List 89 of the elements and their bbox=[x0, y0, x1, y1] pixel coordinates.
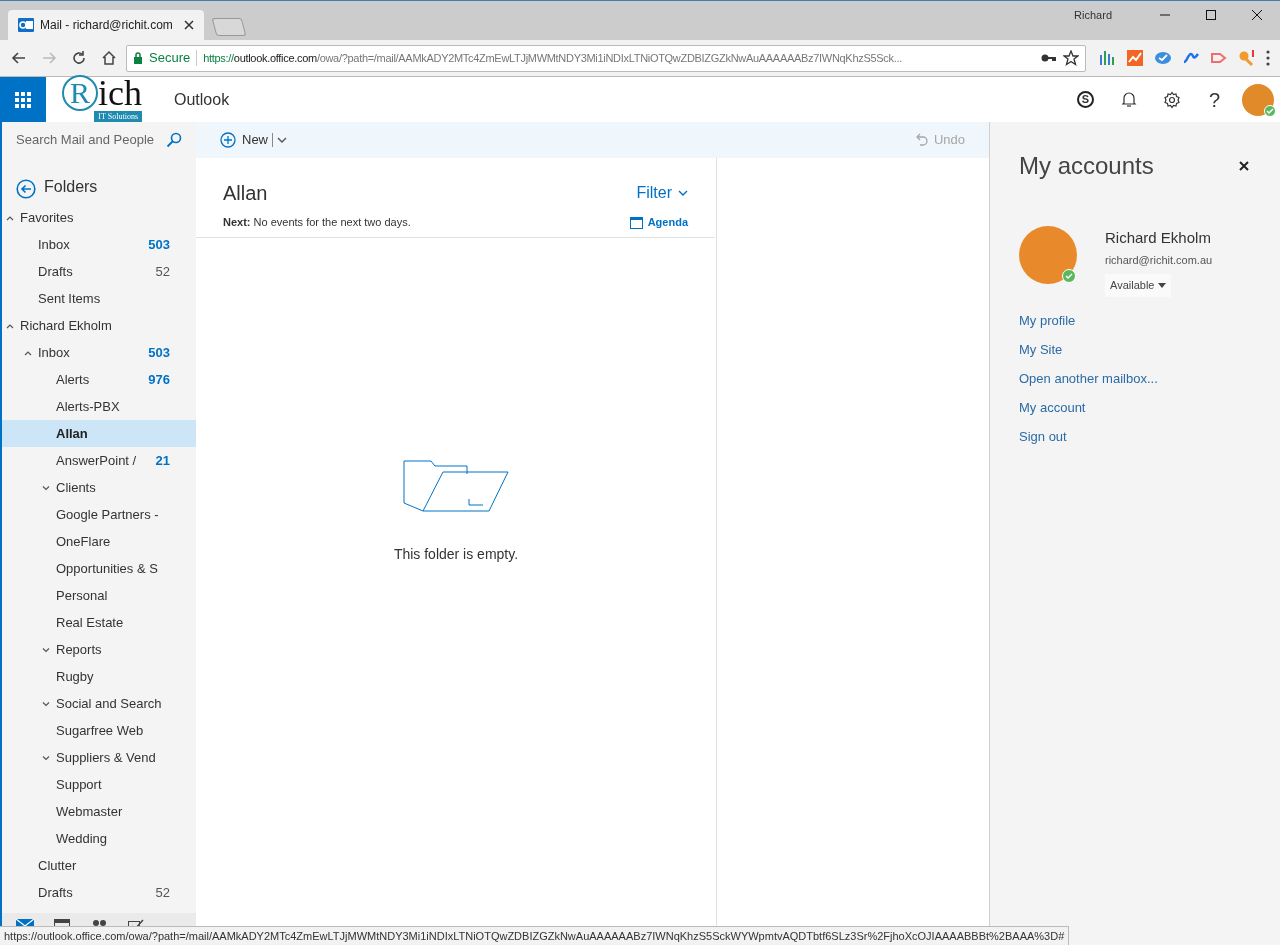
empty-folder-icon bbox=[403, 459, 509, 512]
folder-item[interactable]: Social and Search bbox=[2, 690, 196, 717]
account-link[interactable]: Open another mailbox... bbox=[1019, 368, 1158, 388]
key-icon[interactable] bbox=[1041, 53, 1057, 63]
key-alert-icon[interactable] bbox=[1238, 49, 1256, 67]
chevron-down-icon[interactable] bbox=[40, 699, 52, 708]
link-url-tooltip: https://outlook.office.com/owa/?path=/mail/AAMkADY2MTc4ZmEwLTJjMWMtNDY3Mi1iNDIxLTNiOTQwZDBIZGZkNwAuAAAAAABz7IWNqKhzS5SckWYWpmtvAQDTbtf6SLz3Sr%2FjhoXcOJIAAAABBBt%2BAAA%3D# bbox=[0, 926, 1070, 945]
empty-folder-text: This folder is empty. bbox=[393, 544, 519, 564]
settings-icon[interactable] bbox=[1162, 90, 1181, 109]
folder-item[interactable]: Opportunities & S bbox=[2, 555, 196, 582]
account-link[interactable]: My account bbox=[1019, 397, 1086, 417]
search-icon[interactable] bbox=[166, 132, 182, 148]
folders-heading: Folders bbox=[44, 177, 98, 197]
folder-item[interactable]: Webmaster bbox=[2, 798, 196, 825]
star-icon[interactable] bbox=[1063, 50, 1079, 66]
folder-item[interactable]: Drafts 52 bbox=[2, 258, 196, 285]
folder-item[interactable]: Personal bbox=[2, 582, 196, 609]
avatar[interactable] bbox=[1242, 83, 1274, 116]
folder-item[interactable]: Allan bbox=[2, 420, 196, 447]
folder-title: Allan bbox=[223, 181, 268, 206]
folder-item[interactable]: Google Partners - bbox=[2, 501, 196, 528]
url-text: https://outlook.office.com/owa/?path=/mail/AAMkADY2MTc4ZmEwLTJjMWMtNDY3Mi1iNDIxLTNiOTQwZDBIZGZkNwAuAAAAAABz7IWNqKhzS5Sck... bbox=[203, 50, 903, 66]
browser-tab[interactable]: Mail - richard@richit.com bbox=[8, 10, 204, 40]
logo-wordmark: R ich bbox=[62, 74, 142, 111]
bell-icon[interactable] bbox=[1120, 91, 1137, 108]
folder-item[interactable]: Inbox 503 bbox=[2, 231, 196, 258]
folder-item[interactable]: Suppliers & Vend bbox=[2, 744, 196, 771]
folder-item[interactable]: Richard Ekholm bbox=[2, 312, 196, 339]
account-email: richard@richit.com.au bbox=[1105, 252, 1213, 268]
account-link[interactable]: Sign out bbox=[1019, 426, 1067, 446]
app-name: Outlook bbox=[174, 89, 230, 110]
caret-icon bbox=[1158, 282, 1167, 288]
chevron-down-icon[interactable] bbox=[40, 645, 52, 654]
reload-icon[interactable] bbox=[70, 49, 88, 67]
filter-button[interactable]: Filter bbox=[636, 181, 688, 205]
folder-item[interactable]: Favorites bbox=[2, 204, 196, 231]
check-icon bbox=[1264, 105, 1276, 117]
close-icon[interactable] bbox=[1239, 161, 1249, 171]
folder-item[interactable]: Clutter bbox=[2, 852, 196, 879]
folder-item[interactable]: OneFlare bbox=[2, 528, 196, 555]
search-field[interactable]: Search Mail and People bbox=[16, 130, 166, 150]
folder-item[interactable]: Support bbox=[2, 771, 196, 798]
bar-chart-icon[interactable] bbox=[1098, 49, 1116, 67]
folder-item[interactable]: Sugarfree Web bbox=[2, 717, 196, 744]
chevron-down-icon bbox=[678, 189, 688, 197]
calendar-icon bbox=[629, 215, 643, 229]
account-name: Richard Ekholm bbox=[1105, 228, 1211, 248]
trend-chart-icon[interactable] bbox=[1126, 49, 1144, 67]
waffle-icon bbox=[15, 91, 31, 108]
account-link[interactable]: My Site bbox=[1019, 339, 1063, 359]
avatar bbox=[1019, 226, 1077, 284]
folder-item[interactable]: Rugby bbox=[2, 663, 196, 690]
profile-name[interactable]: Richard bbox=[1074, 6, 1112, 24]
folder-item[interactable]: AnswerPoint / 21 bbox=[2, 447, 196, 474]
new-button[interactable]: New bbox=[220, 130, 268, 150]
maximize-icon[interactable] bbox=[1206, 10, 1216, 20]
check-icon bbox=[1062, 269, 1076, 283]
help-icon[interactable]: ? bbox=[1208, 89, 1221, 110]
chevron-down-icon[interactable] bbox=[40, 483, 52, 492]
skype-icon[interactable]: S bbox=[1077, 91, 1094, 108]
close-icon[interactable] bbox=[1252, 10, 1262, 20]
secure-label: Secure bbox=[149, 49, 191, 68]
chevron-down-icon[interactable] bbox=[40, 753, 52, 762]
address-bar[interactable]: Secure https://outlook.office.com/owa/?path=/mail/AAMkADY2MTc4ZmEwLTJjMWMtNDY3Mi1iNDIxLTNiOTQwZDBIZGZkNwAuAAAAAABz7IWNqKhzS5Sck... bbox=[126, 44, 1086, 72]
check-badge-icon[interactable] bbox=[1154, 49, 1172, 67]
folder-item[interactable]: Alerts 976 bbox=[2, 366, 196, 393]
folder-item[interactable]: Sent Items bbox=[2, 285, 196, 312]
folder-item[interactable]: Clients bbox=[2, 474, 196, 501]
folder-item[interactable]: Alerts-PBX bbox=[2, 393, 196, 420]
outlook-icon bbox=[18, 17, 34, 33]
folder-item[interactable]: Drafts 52 bbox=[2, 879, 196, 906]
account-link[interactable]: My profile bbox=[1019, 310, 1076, 330]
agenda-link[interactable]: Agenda bbox=[629, 214, 688, 231]
folder-item[interactable]: Wedding bbox=[2, 825, 196, 852]
close-icon[interactable] bbox=[184, 20, 194, 30]
chevron-down-icon[interactable] bbox=[277, 136, 287, 144]
panel-title: My accounts bbox=[1019, 151, 1154, 181]
logo-tagline: IT Solutions bbox=[94, 110, 142, 123]
app-launcher-button[interactable] bbox=[0, 77, 46, 122]
status-dropdown[interactable]: Available bbox=[1105, 274, 1172, 297]
home-icon[interactable] bbox=[100, 49, 118, 67]
folder-item[interactable]: Real Estate bbox=[2, 609, 196, 636]
folder-item[interactable]: Reports bbox=[2, 636, 196, 663]
lock-icon bbox=[133, 52, 143, 64]
folder-item[interactable]: Inbox 503 bbox=[2, 339, 196, 366]
next-events-text: Next: No events for the next two days. bbox=[223, 215, 411, 230]
plus-circle-icon bbox=[220, 132, 236, 148]
tab-title: Mail - richard@richit.com bbox=[40, 17, 174, 34]
more-icon[interactable] bbox=[1266, 50, 1270, 66]
